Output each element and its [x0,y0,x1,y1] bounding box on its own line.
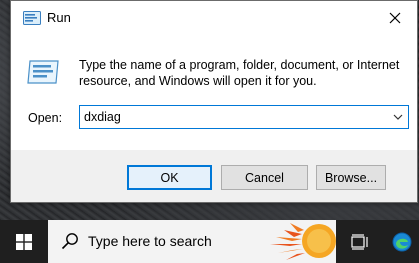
taskbar-search-box[interactable]: Type here to search [48,220,336,263]
dialog-body: Type the name of a program, folder, docu… [11,35,417,150]
ok-button[interactable]: OK [127,165,212,190]
search-placeholder: Type here to search [88,233,212,249]
open-combobox[interactable]: dxdiag [79,105,409,129]
open-label: Open: [28,111,63,125]
run-program-icon [26,59,60,85]
dialog-description: Type the name of a program, folder, docu… [79,58,400,88]
chevron-down-icon[interactable] [392,111,404,123]
close-icon [389,12,401,24]
browse-button[interactable]: Browse... [316,165,386,190]
run-dialog: Run Type the name of a program, folder, … [10,0,418,203]
taskbar: Type here to search [0,220,419,263]
task-view-icon [351,233,368,250]
dialog-title: Run [47,10,71,25]
open-input-value[interactable]: dxdiag [84,110,121,124]
start-button[interactable] [0,220,48,263]
cancel-button[interactable]: Cancel [221,165,308,190]
edge-browser-button[interactable] [384,220,419,263]
close-button[interactable] [373,1,417,35]
edge-icon [392,232,411,251]
dialog-titlebar[interactable]: Run [11,1,417,35]
search-icon [61,232,79,250]
run-app-icon [23,11,41,25]
search-highlight-art [264,220,336,263]
task-view-button[interactable] [336,220,384,263]
windows-logo-icon [16,233,32,250]
